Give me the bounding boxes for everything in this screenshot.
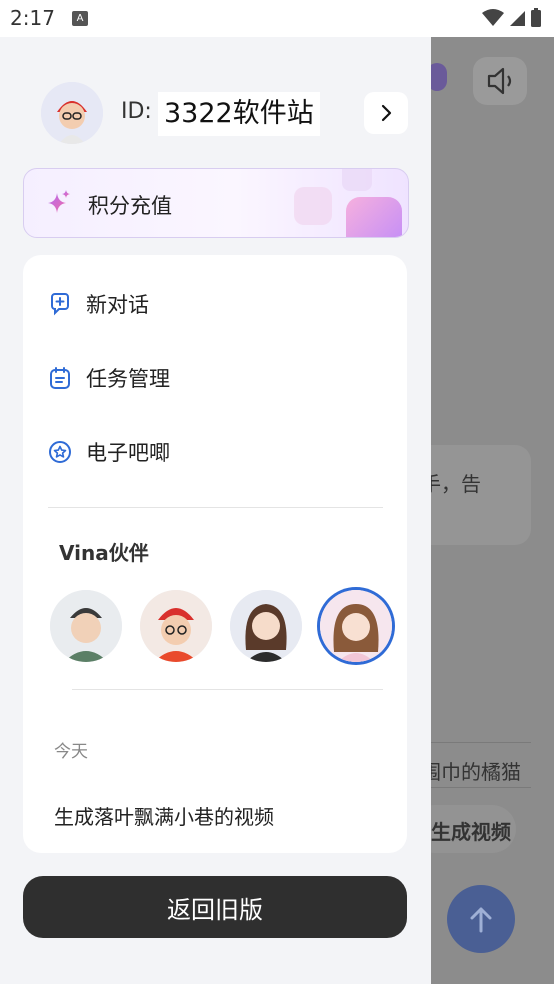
decoration xyxy=(346,197,402,237)
points-recharge-banner[interactable]: 积分充值 xyxy=(23,168,409,238)
menu-item-label: 任务管理 xyxy=(86,367,170,391)
status-time: 2:17 xyxy=(10,6,55,30)
divider xyxy=(431,742,531,743)
companion-icon xyxy=(230,590,302,662)
task-icon xyxy=(50,367,70,389)
send-button[interactable] xyxy=(447,885,515,953)
chat-bubble-text: 手，告 xyxy=(431,472,481,496)
id-value: 3322软件站 xyxy=(158,92,320,136)
menu-item-label: 电子吧唧 xyxy=(86,441,170,465)
history-item[interactable]: 生成落叶飘满小巷的视频 xyxy=(54,801,274,830)
profile-arrow-button[interactable] xyxy=(364,92,408,134)
chevron-right-icon xyxy=(381,104,392,122)
avatar-icon xyxy=(41,82,103,144)
companion-icon xyxy=(320,590,392,662)
id-label: ID: xyxy=(121,99,152,124)
divider xyxy=(72,689,383,690)
side-drawer: ID: 3322软件站 积分充值 新对话 任务管理 电子吧唧 Vina伙伴 今天… xyxy=(0,37,431,984)
arrow-up-icon xyxy=(470,907,492,933)
companion-avatar[interactable] xyxy=(50,590,122,662)
sparkle-icon xyxy=(48,190,70,213)
decoration xyxy=(294,187,332,225)
companion-avatar[interactable] xyxy=(230,590,302,662)
generate-video-label: 生成视频 xyxy=(431,820,511,844)
prompt-suggestion[interactable]: 围巾的橘猫 xyxy=(431,756,521,785)
notification-icon: A xyxy=(72,11,88,26)
menu-item-new-chat[interactable]: 新对话 xyxy=(48,284,149,324)
menu-item-label: 新对话 xyxy=(86,293,149,317)
menu-item-e-badge[interactable]: 电子吧唧 xyxy=(48,432,170,472)
points-recharge-label: 积分充值 xyxy=(88,194,172,218)
badge-star-icon xyxy=(49,441,71,463)
decoration xyxy=(342,169,372,191)
companion-icon xyxy=(50,590,122,662)
speaker-button[interactable] xyxy=(473,57,527,105)
companions-title: Vina伙伴 xyxy=(59,541,149,565)
history-group-label: 今天 xyxy=(54,742,88,762)
chat-plus-icon xyxy=(51,293,69,316)
avatar[interactable] xyxy=(41,82,103,144)
companion-avatar-selected[interactable] xyxy=(320,590,392,662)
status-icons xyxy=(482,8,542,28)
background-app[interactable]: 手，告 围巾的橘猫 生成视频 xyxy=(431,37,554,984)
menu-card: 新对话 任务管理 电子吧唧 Vina伙伴 今天 生成落叶飘满小巷的视频 xyxy=(23,255,407,853)
companion-icon xyxy=(140,590,212,662)
speaker-icon xyxy=(487,67,512,95)
wifi-icon xyxy=(482,9,504,26)
divider xyxy=(431,787,531,788)
menu-item-task-management[interactable]: 任务管理 xyxy=(48,358,170,398)
purple-indicator xyxy=(431,63,447,91)
return-old-version-button[interactable]: 返回旧版 xyxy=(23,876,407,938)
signal-icon xyxy=(510,11,525,26)
status-bar: 2:17 A xyxy=(0,0,554,37)
companion-avatar[interactable] xyxy=(140,590,212,662)
divider xyxy=(48,507,383,508)
battery-icon xyxy=(531,8,541,27)
